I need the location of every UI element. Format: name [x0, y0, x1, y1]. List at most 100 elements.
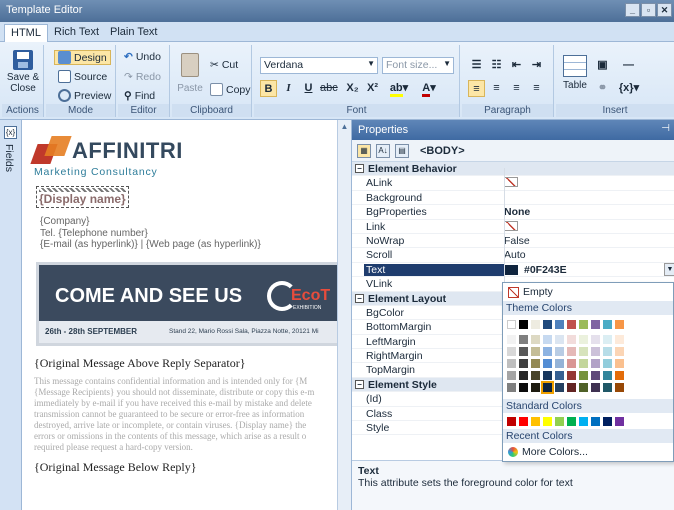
property-category[interactable]: − Element Behavior	[352, 162, 674, 177]
theme-shade-swatch[interactable]	[615, 335, 624, 344]
bullets-button[interactable]: ☰	[468, 57, 485, 74]
editor-scrollbar[interactable]: ▲	[337, 120, 351, 510]
superscript-button[interactable]: X²	[364, 80, 381, 97]
theme-shade-swatch[interactable]	[519, 383, 528, 392]
horizontal-line-icon[interactable]: —	[620, 57, 637, 74]
theme-shade-swatch[interactable]	[555, 335, 564, 344]
theme-color-swatch[interactable]	[507, 320, 516, 329]
standard-color-swatch[interactable]	[531, 417, 540, 426]
dropdown-button[interactable]: ▼	[664, 262, 674, 276]
theme-shade-swatch[interactable]	[555, 347, 564, 356]
theme-shade-swatch[interactable]	[579, 371, 588, 380]
theme-shade-swatch[interactable]	[531, 359, 540, 368]
maximize-button[interactable]: ▫	[641, 3, 656, 17]
theme-shade-swatch[interactable]	[519, 359, 528, 368]
standard-color-swatch[interactable]	[519, 417, 528, 426]
align-left-button[interactable]: ≡	[468, 80, 485, 97]
theme-shade-swatch[interactable]	[555, 359, 564, 368]
theme-shade-swatch[interactable]	[531, 371, 540, 380]
bold-button[interactable]: B	[260, 80, 277, 97]
theme-shade-swatch[interactable]	[543, 335, 552, 344]
property-value[interactable]	[504, 177, 518, 190]
redo-button[interactable]: ↷ Redo	[124, 71, 161, 83]
display-name-field[interactable]: {Display name}	[36, 186, 129, 208]
italic-button[interactable]: I	[280, 80, 297, 97]
standard-color-swatch[interactable]	[603, 417, 612, 426]
theme-shade-swatch[interactable]	[579, 335, 588, 344]
strikethrough-button[interactable]: abc	[320, 80, 338, 97]
theme-shade-swatch[interactable]	[603, 335, 612, 344]
property-row[interactable]: NoWrap False	[352, 234, 674, 249]
standard-color-swatch[interactable]	[555, 417, 564, 426]
theme-shade-swatch[interactable]	[543, 371, 552, 380]
theme-color-swatch[interactable]	[531, 320, 540, 329]
standard-color-swatch[interactable]	[579, 417, 588, 426]
numbering-button[interactable]: ☷	[488, 57, 505, 74]
property-row[interactable]: Link	[352, 220, 674, 234]
theme-shade-swatch[interactable]	[541, 381, 554, 394]
insert-field-icon[interactable]: {x}▾	[616, 80, 642, 97]
theme-color-swatch[interactable]	[591, 320, 600, 329]
theme-shade-swatch[interactable]	[615, 383, 624, 392]
theme-shade-swatch[interactable]	[507, 383, 516, 392]
empty-color-option[interactable]: Empty	[503, 283, 673, 301]
subscript-button[interactable]: X₂	[344, 80, 361, 97]
find-button[interactable]: ⚲ Find	[124, 90, 155, 102]
theme-color-swatch[interactable]	[567, 320, 576, 329]
theme-shade-swatch[interactable]	[567, 371, 576, 380]
theme-shade-swatch[interactable]	[507, 371, 516, 380]
theme-shade-swatch[interactable]	[603, 359, 612, 368]
property-row[interactable]: BgProperties None	[352, 205, 674, 220]
minimize-button[interactable]: _	[625, 3, 640, 17]
theme-shade-swatch[interactable]	[543, 347, 552, 356]
standard-color-swatch[interactable]	[615, 417, 624, 426]
theme-shade-swatch[interactable]	[579, 383, 588, 392]
theme-shade-swatch[interactable]	[591, 347, 600, 356]
table-button[interactable]: Table	[560, 55, 590, 91]
copy-button[interactable]: Copy	[210, 83, 251, 96]
fields-panel-tab[interactable]: {x} Fields	[0, 120, 22, 510]
align-center-button[interactable]: ≡	[488, 80, 505, 97]
hyperlink-icon[interactable]: ⚭	[594, 80, 611, 97]
increase-indent-button[interactable]: ⇥	[528, 57, 545, 74]
theme-shade-swatch[interactable]	[603, 371, 612, 380]
close-button[interactable]: ✕	[657, 3, 672, 17]
more-colors-option[interactable]: More Colors...	[503, 443, 673, 461]
theme-shade-swatch[interactable]	[507, 335, 516, 344]
theme-shade-swatch[interactable]	[507, 347, 516, 356]
theme-color-swatch[interactable]	[543, 320, 552, 329]
theme-shade-swatch[interactable]	[531, 347, 540, 356]
theme-color-swatch[interactable]	[615, 320, 624, 329]
theme-shade-swatch[interactable]	[555, 371, 564, 380]
save-close-button[interactable]: Save & Close	[6, 50, 40, 94]
theme-color-swatch[interactable]	[579, 320, 588, 329]
theme-shade-swatch[interactable]	[543, 359, 552, 368]
property-row[interactable]: Scroll Auto	[352, 248, 674, 263]
property-value[interactable]	[504, 220, 518, 234]
theme-shade-swatch[interactable]	[567, 359, 576, 368]
theme-shade-swatch[interactable]	[567, 383, 576, 392]
property-value[interactable]: False	[504, 235, 530, 247]
theme-color-swatch[interactable]	[519, 320, 528, 329]
collapse-icon[interactable]: −	[355, 164, 364, 173]
theme-shade-swatch[interactable]	[591, 371, 600, 380]
align-right-button[interactable]: ≡	[508, 80, 525, 97]
theme-shade-swatch[interactable]	[591, 383, 600, 392]
theme-color-swatch[interactable]	[555, 320, 564, 329]
property-value[interactable]: #0F243E ▼	[504, 262, 674, 276]
theme-shade-swatch[interactable]	[615, 359, 624, 368]
theme-shade-swatch[interactable]	[531, 383, 540, 392]
standard-color-swatch[interactable]	[567, 417, 576, 426]
paste-button[interactable]: Paste	[176, 53, 204, 94]
theme-shade-swatch[interactable]	[567, 335, 576, 344]
standard-color-swatch[interactable]	[507, 417, 516, 426]
tab-html[interactable]: HTML	[4, 24, 48, 42]
collapse-icon[interactable]: −	[355, 379, 364, 389]
theme-shade-swatch[interactable]	[591, 335, 600, 344]
theme-color-swatch[interactable]	[603, 320, 612, 329]
theme-shade-swatch[interactable]	[519, 371, 528, 380]
theme-shade-swatch[interactable]	[507, 359, 516, 368]
theme-shade-swatch[interactable]	[579, 359, 588, 368]
theme-shade-swatch[interactable]	[615, 347, 624, 356]
theme-shade-swatch[interactable]	[603, 347, 612, 356]
